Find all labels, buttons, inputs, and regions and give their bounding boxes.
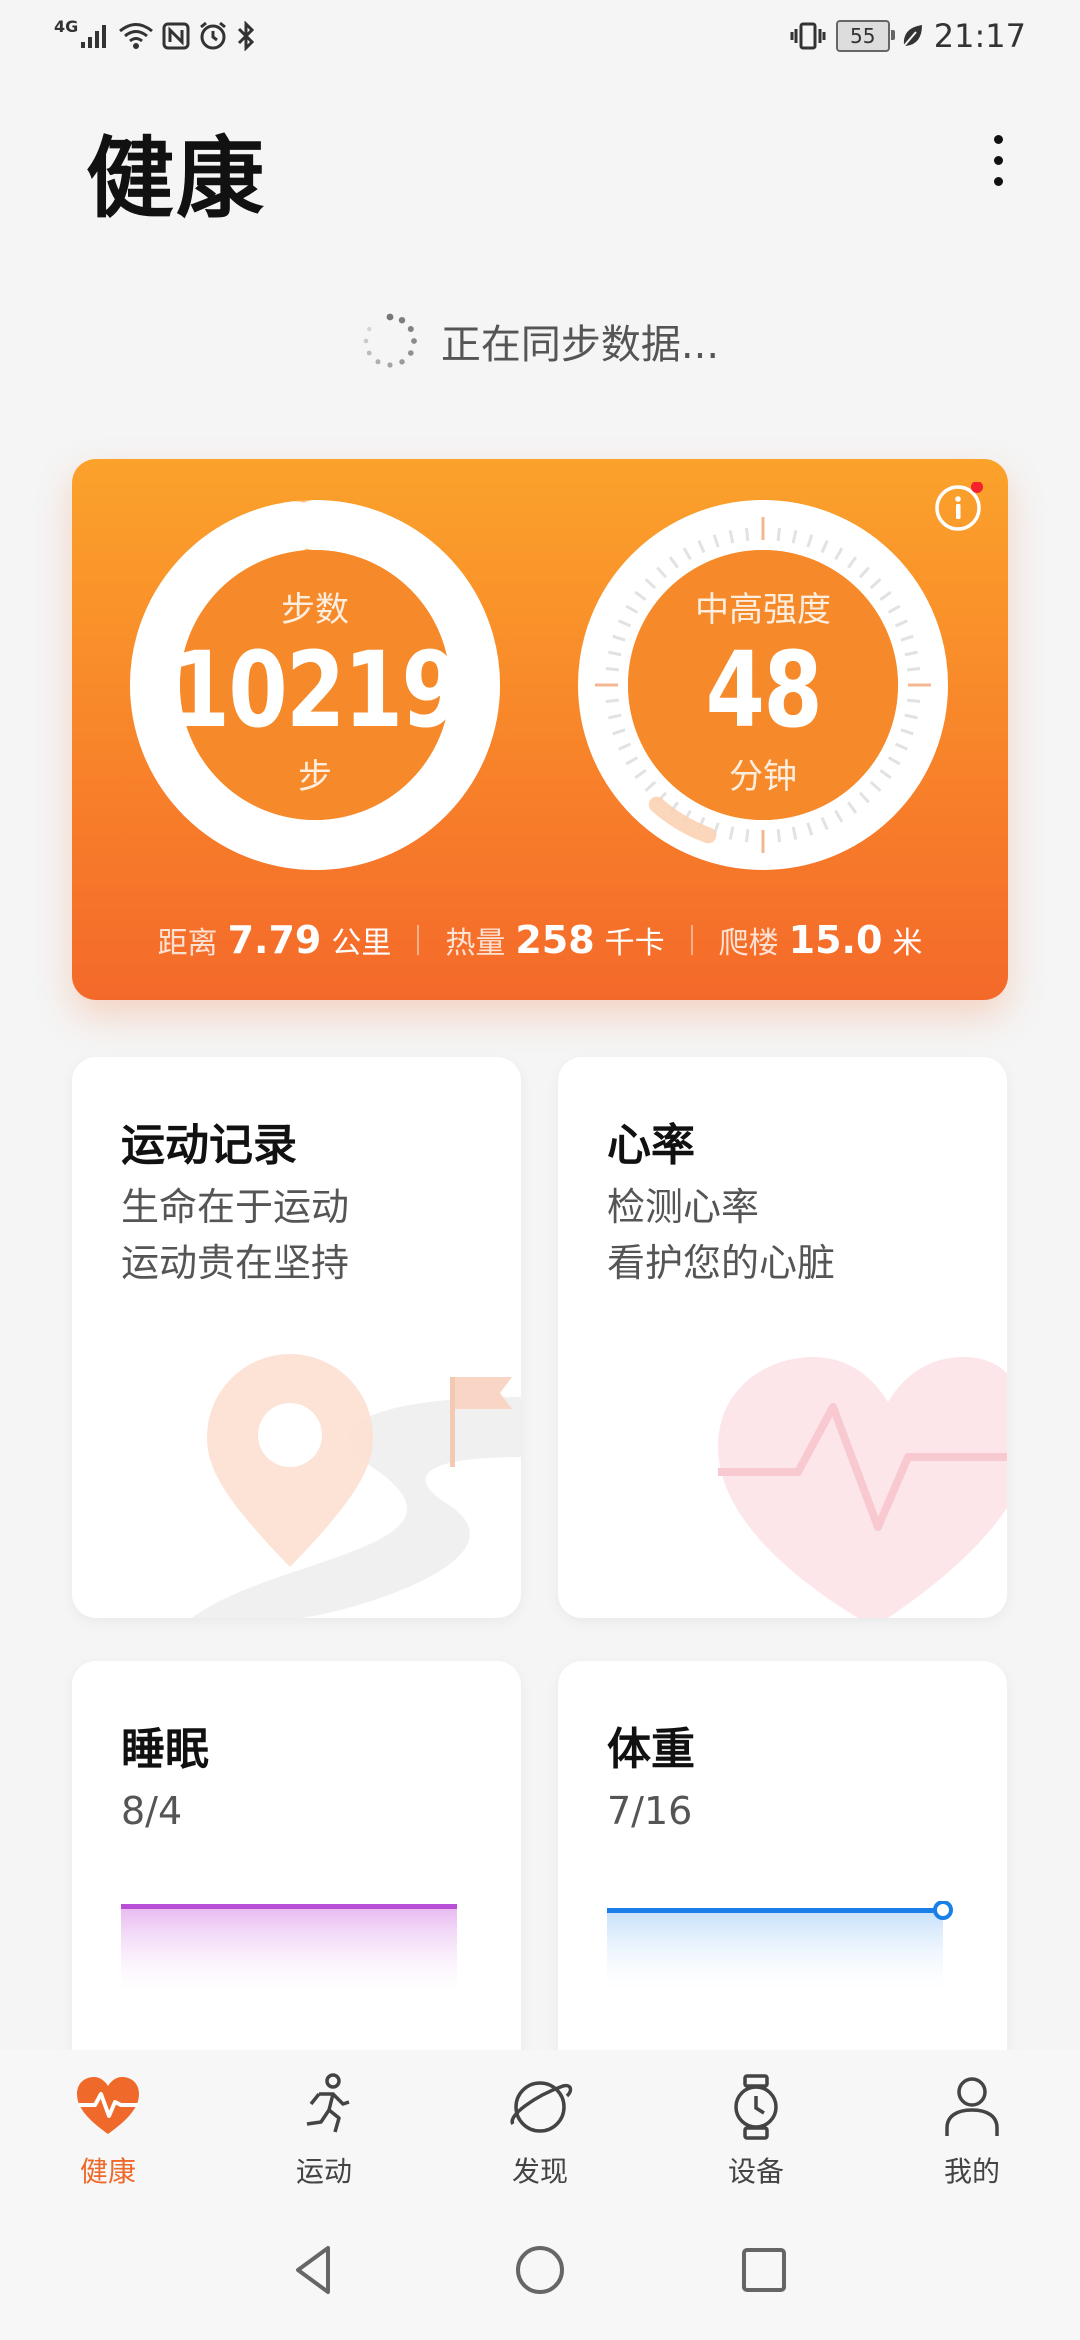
card-date: 8/4 — [121, 1789, 183, 1833]
stat-value: 258 — [515, 918, 595, 962]
page-title: 健康 — [86, 127, 267, 230]
stat-unit: 千卡 — [604, 926, 665, 961]
watch-icon — [734, 2074, 778, 2140]
vibrate-icon — [790, 22, 826, 50]
nav-item-devices[interactable]: 设备 — [676, 2072, 836, 2190]
intensity-label: 中高强度 — [695, 590, 831, 630]
stat-value: 15.0 — [788, 918, 883, 962]
weight-chart — [607, 1901, 953, 1991]
signal-icon — [81, 25, 107, 48]
card-subtitle: 生命在于运动 — [121, 1185, 350, 1229]
nfc-icon — [162, 22, 190, 50]
intensity-value: 48 — [705, 629, 822, 751]
steps-label: 步数 — [281, 590, 349, 630]
sleep-chart — [121, 1904, 457, 1991]
steps-unit: 步 — [298, 757, 332, 797]
back-icon[interactable] — [284, 2238, 348, 2302]
exercise-records-card[interactable]: 运动记录 生命在于运动 运动贵在坚持 — [72, 1057, 521, 1618]
nav-item-me[interactable]: 我的 — [892, 2072, 1052, 2190]
card-subtitle: 检测心率 — [607, 1185, 760, 1229]
recents-icon[interactable] — [732, 2238, 796, 2302]
person-icon — [945, 2077, 999, 2136]
planet-icon — [510, 2081, 573, 2133]
heart-rate-card[interactable]: 心率 检测心率 看护您的心脏 — [558, 1057, 1007, 1618]
card-title: 运动记录 — [121, 1120, 297, 1171]
more-options-button[interactable] — [970, 118, 1026, 202]
system-navigation-bar — [0, 2200, 1080, 2340]
nav-item-exercise[interactable]: 运动 — [244, 2072, 404, 2190]
nav-item-discover[interactable]: 发现 — [460, 2072, 620, 2190]
sync-status: 正在同步数据... — [0, 306, 1080, 376]
status-bar: 4G 55 21:17 — [0, 0, 1080, 72]
stat-distance: 距离 7.79 公里 — [132, 918, 418, 962]
bottom-navigation: 健康 运动 发现 设备 我的 — [0, 2050, 1080, 2200]
sync-text: 正在同步数据... — [440, 322, 720, 368]
intensity-ring[interactable]: 中高强度 48 分钟 — [578, 500, 948, 870]
stat-unit: 公里 — [331, 926, 392, 961]
activity-stats: 距离 7.79 公里 热量 258 千卡 爬楼 15.0 米 — [72, 905, 1008, 975]
heart-illustration — [718, 1357, 1007, 1618]
steps-center: 步数 10219 步 — [130, 500, 500, 870]
runner-icon — [306, 2073, 350, 2133]
nav-label: 发现 — [511, 2155, 568, 2188]
nav-label: 设备 — [727, 2155, 784, 2188]
steps-ring[interactable]: 步数 10219 步 — [130, 500, 500, 870]
card-title: 睡眠 — [121, 1724, 209, 1775]
more-dot-icon — [993, 155, 1003, 165]
stat-label: 热量 — [445, 926, 506, 961]
stat-label: 爬楼 — [718, 926, 779, 961]
intensity-unit: 分钟 — [729, 757, 797, 797]
card-subtitle: 看护您的心脏 — [607, 1241, 836, 1285]
sleep-card[interactable]: 睡眠 8/4 — [72, 1661, 521, 2081]
steps-value: 10219 — [170, 629, 461, 751]
status-left: 4G — [54, 14, 256, 58]
route-map-illustration — [192, 1354, 521, 1618]
loading-spinner-icon — [363, 313, 417, 368]
home-icon[interactable] — [508, 2238, 572, 2302]
stat-unit: 米 — [892, 926, 923, 961]
nav-label: 我的 — [943, 2155, 1000, 2188]
more-dot-icon — [993, 134, 1003, 144]
intensity-center: 中高强度 48 分钟 — [578, 500, 948, 870]
heart-pulse-icon — [77, 2077, 139, 2134]
nav-label: 运动 — [295, 2155, 352, 2188]
stat-floors: 爬楼 15.0 米 — [693, 918, 949, 962]
status-right: 55 21:17 — [790, 14, 1026, 58]
stat-value: 7.79 — [227, 918, 322, 962]
leaf-icon — [903, 25, 922, 47]
nav-label: 健康 — [79, 2155, 136, 2188]
status-time: 21:17 — [933, 17, 1026, 55]
card-date: 7/16 — [607, 1789, 693, 1833]
card-title: 体重 — [607, 1724, 695, 1775]
card-title: 心率 — [607, 1120, 695, 1171]
network-type: 4G — [54, 16, 79, 36]
battery-icon: 55 — [835, 20, 895, 52]
stat-label: 距离 — [157, 926, 218, 961]
card-subtitle: 运动贵在坚持 — [121, 1241, 350, 1285]
alarm-icon — [200, 21, 227, 50]
nav-item-health[interactable]: 健康 — [28, 2072, 188, 2190]
bluetooth-icon — [238, 21, 255, 51]
stat-calories: 热量 258 千卡 — [419, 918, 690, 962]
weight-card[interactable]: 体重 7/16 — [558, 1661, 1007, 2081]
more-dot-icon — [993, 176, 1003, 186]
wifi-icon — [119, 23, 154, 49]
